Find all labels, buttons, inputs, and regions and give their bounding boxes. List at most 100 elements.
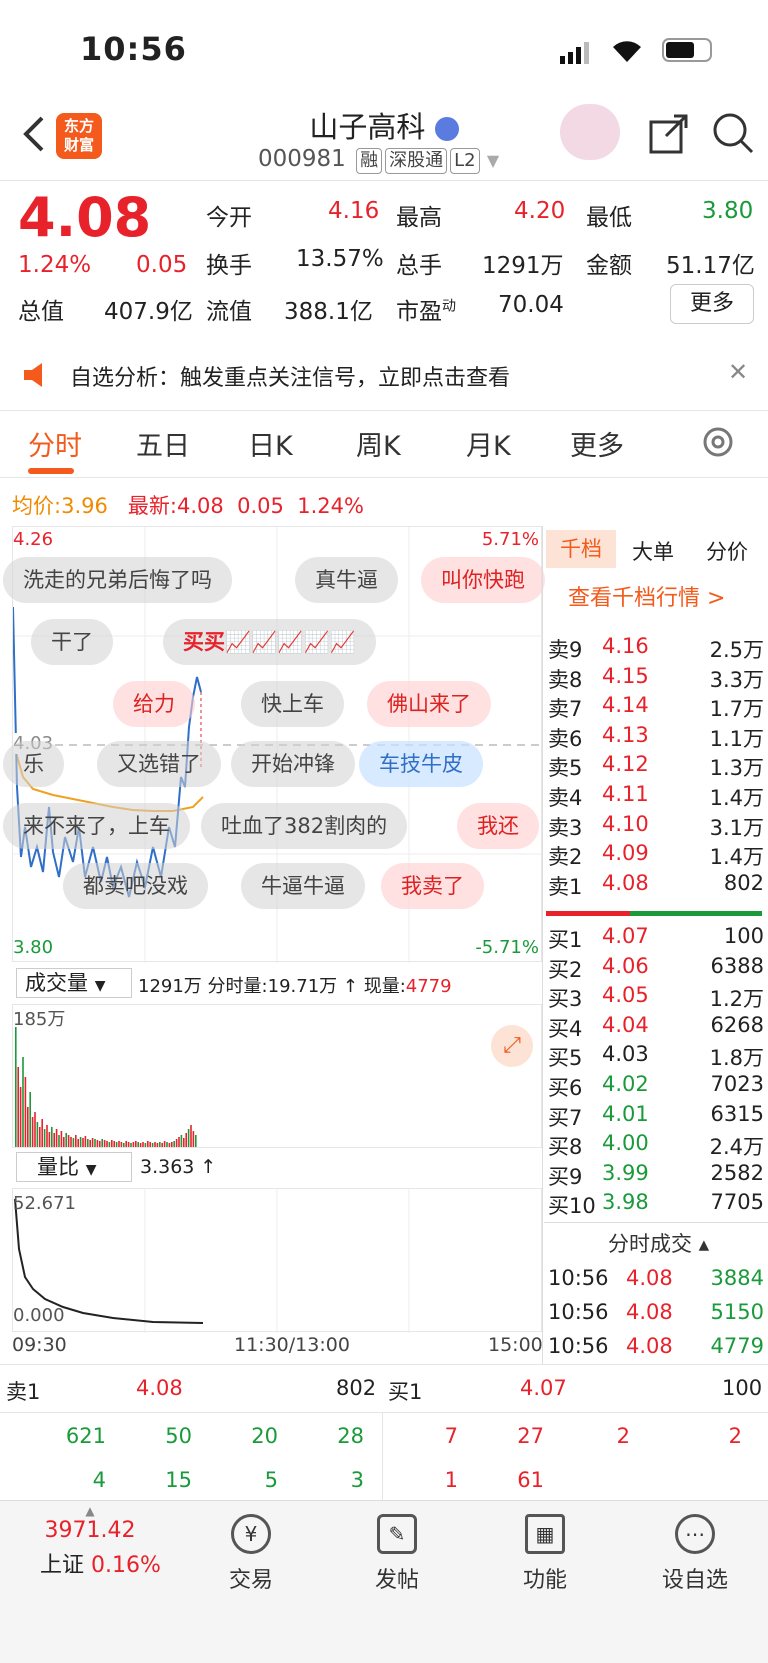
- l1-sell-label: 卖1: [6, 1380, 41, 1404]
- chevron-down-icon[interactable]: ▼: [487, 151, 499, 170]
- tag-connect: 深股通: [385, 148, 448, 174]
- tick-time: 10:56: [548, 1300, 609, 1324]
- pct-axis-top: 5.71%: [481, 529, 539, 550]
- volume-bar: [101, 1139, 103, 1147]
- ob-buy-price: 4.04: [602, 1012, 649, 1037]
- tick-volume: 4779: [710, 1334, 764, 1358]
- ob-depth-link[interactable]: 查看千档行情 >: [568, 580, 725, 612]
- ob-tab-dadan[interactable]: 大单: [632, 536, 674, 566]
- tab-fenshi[interactable]: 分时: [28, 424, 82, 463]
- intraday-chart[interactable]: 4.26 4.03 3.80 5.71% -5.71% 洗走的兄弟后悔了吗 真牛…: [3, 526, 545, 963]
- share-icon[interactable]: [648, 114, 688, 158]
- l1-sell-queue: 28: [337, 1424, 364, 1448]
- danmu-comment: 我还: [457, 803, 539, 849]
- time-axis-mid: 11:30/13:00: [234, 1334, 350, 1356]
- close-icon[interactable]: ✕: [728, 358, 748, 386]
- index-widget[interactable]: ▲ 3971.42 上证 0.16%: [40, 1504, 161, 1579]
- ob-sell-label: 卖8: [548, 667, 583, 692]
- tab-5day[interactable]: 五日: [136, 424, 190, 463]
- ob-ticks-header[interactable]: 分时成交 ▴: [608, 1228, 709, 1258]
- open-label: 今开: [206, 205, 252, 231]
- ob-ratio-sell: [546, 911, 630, 916]
- more-button[interactable]: 更多: [670, 284, 754, 324]
- volume-bar: [180, 1135, 183, 1147]
- ob-sell-volume: 2.5万: [709, 638, 764, 662]
- volume-bar: [22, 1057, 24, 1147]
- volume-bar: [166, 1142, 168, 1147]
- danmu-comment: 洗走的兄弟后悔了吗: [3, 557, 232, 603]
- danmu-comment: 给力: [113, 681, 195, 727]
- danmu-comment: 干了: [31, 619, 113, 665]
- ob-sell-volume: 3.1万: [709, 815, 764, 840]
- volume-selector[interactable]: 成交量 ▼: [16, 968, 132, 998]
- l1-buy-queue: 1: [444, 1468, 458, 1492]
- nav-post[interactable]: ✎ 发帖: [352, 1506, 442, 1594]
- settings-gear-icon[interactable]: [700, 424, 736, 464]
- volume-bar: [192, 1131, 195, 1147]
- volume-bar: [99, 1141, 101, 1147]
- ob-tab-qiandang[interactable]: 千档: [546, 530, 616, 568]
- tab-daily[interactable]: 日K: [248, 424, 293, 463]
- danmu-comment: 都卖吧没戏: [63, 863, 208, 909]
- ob-buy-price: 4.01: [602, 1101, 649, 1126]
- ob-sell-volume: 1.1万: [709, 726, 764, 751]
- ob-buy-volume: 1.2万: [709, 987, 764, 1012]
- l1-buy-price: 4.07: [520, 1376, 567, 1400]
- nav-trade[interactable]: ¥ 交易: [206, 1506, 296, 1594]
- volume-bar: [46, 1125, 48, 1147]
- l1-sell-queue: 3: [350, 1468, 364, 1492]
- nav-functions[interactable]: ▦ 功能: [500, 1506, 590, 1594]
- volume-bar: [108, 1142, 111, 1147]
- volume-bar: [19, 1087, 22, 1147]
- high-value: 4.20: [514, 198, 566, 224]
- volume-bar: [137, 1142, 139, 1147]
- open-value: 4.16: [328, 198, 380, 224]
- ratio-min: 0.000: [13, 1305, 65, 1326]
- volume-bar: [103, 1140, 106, 1147]
- l1-buy-label: 买1: [388, 1380, 423, 1404]
- ob-sell-label: 卖7: [548, 697, 583, 722]
- tab-monthly[interactable]: 月K: [466, 424, 511, 463]
- wifi-icon: [610, 38, 644, 68]
- tick-price: 4.08: [626, 1266, 673, 1290]
- tick-time: 10:56: [548, 1266, 609, 1290]
- ratio-value: 3.363 ↑: [140, 1156, 217, 1178]
- volume-bar: [144, 1143, 147, 1147]
- chart-info-line: 均价:3.96 最新:4.08 0.05 1.24%: [12, 494, 364, 518]
- ob-sell-price: 4.12: [602, 752, 649, 777]
- tick-price: 4.08: [626, 1300, 673, 1324]
- danmu-comment: 又选错了: [97, 741, 221, 787]
- l1-buy-queue: 27: [517, 1424, 544, 1448]
- robot-avatar-icon[interactable]: [560, 104, 620, 160]
- nav-add-watchlist[interactable]: ⋯ 设自选: [650, 1506, 740, 1594]
- volume-bar: [65, 1133, 67, 1147]
- change-pct: 1.24%: [18, 252, 92, 278]
- danmu-comment: 我卖了: [381, 863, 484, 909]
- volume-bar: [55, 1129, 58, 1147]
- tab-more[interactable]: 更多: [570, 424, 624, 463]
- low-value: 3.80: [702, 198, 754, 224]
- ratio-header: 量比 ▼ 3.363 ↑: [12, 1150, 542, 1186]
- l1-sell-vol: 802: [336, 1376, 377, 1400]
- enterprise-badge-icon: [434, 117, 459, 141]
- volume-bar: [96, 1140, 99, 1147]
- stock-code: 000981: [258, 146, 346, 172]
- volume-bar: [130, 1143, 132, 1147]
- volume-bar: [142, 1142, 144, 1147]
- notice-bar[interactable]: 自选分析：触发重点关注信号，立即点击查看 ✕: [0, 340, 768, 410]
- speaker-icon: [22, 362, 50, 392]
- volume-bar: [89, 1140, 91, 1147]
- ratio-selector[interactable]: 量比 ▼: [16, 1152, 132, 1182]
- turnover-value: 13.57%: [296, 246, 384, 272]
- ob-sell-label: 卖1: [548, 874, 583, 899]
- search-icon[interactable]: [712, 112, 756, 160]
- danmu-comment: 真牛逼: [295, 557, 398, 603]
- signal-icon: [560, 42, 596, 64]
- ob-tab-fenjia[interactable]: 分价: [706, 536, 748, 566]
- pe-value: 70.04: [498, 292, 564, 318]
- expand-icon[interactable]: ⤢: [491, 1025, 533, 1067]
- volume-bar: [36, 1122, 39, 1147]
- mktcap-label: 总值: [18, 299, 64, 325]
- volume-bar: [48, 1132, 51, 1147]
- tab-weekly[interactable]: 周K: [356, 424, 401, 463]
